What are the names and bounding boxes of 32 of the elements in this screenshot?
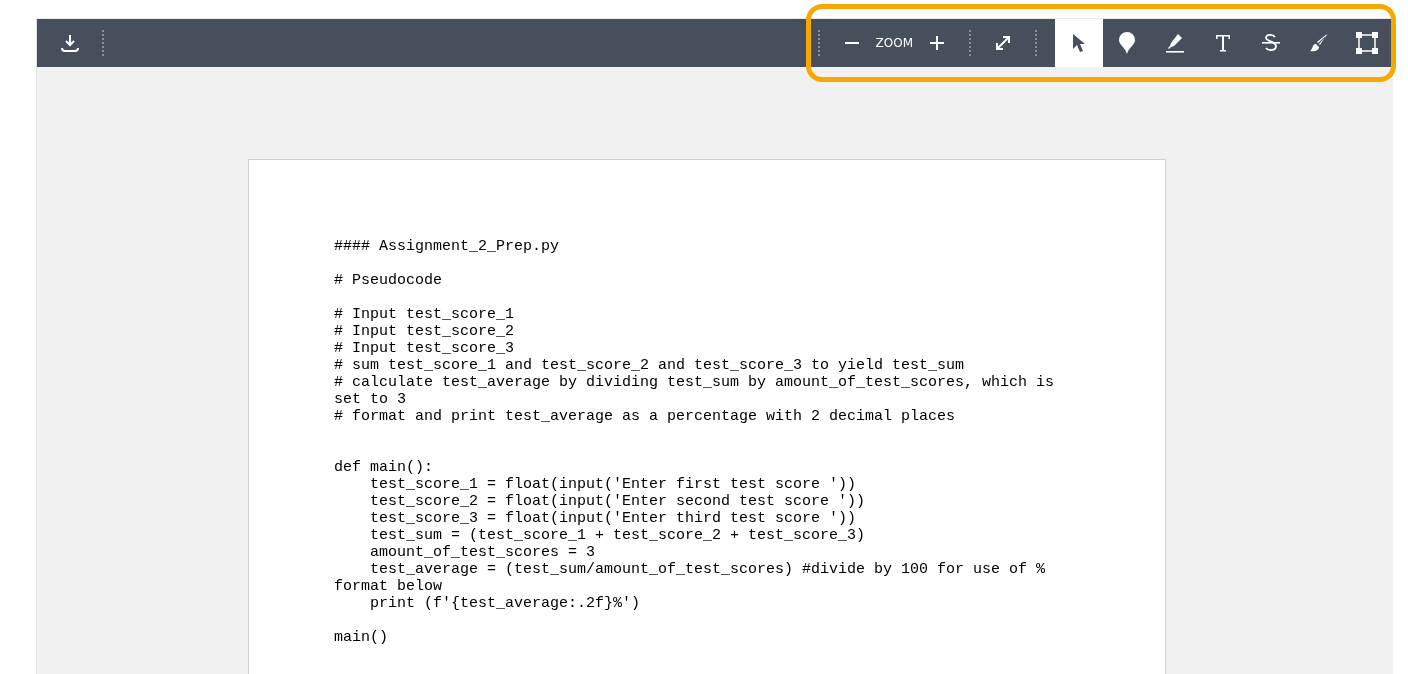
zoom-label: ZOOM [875, 36, 913, 50]
code-line: test_sum = (test_score_1 + test_score_2 + test_score_3) [369, 527, 867, 544]
code-line: # format and print test_average as a percentage with 2 decimal places [334, 408, 957, 427]
code-line: # calculate test_average by dividing test_sum by amount_of_test_scores, which is [334, 374, 1056, 391]
code-line: test_score_2 = float(input('Enter second test score ')) [369, 493, 867, 510]
code-line: main() [334, 629, 389, 648]
brush-icon [1309, 33, 1329, 53]
minus-icon [844, 42, 859, 44]
text-icon [1215, 34, 1231, 52]
code-line: #### Assignment_2_Prep.py [334, 238, 561, 257]
code-line: # sum test_score_1 and test_score_2 and test_score_3 to yield test_sum [334, 357, 966, 374]
code-line: amount_of_test_scores = 3 [369, 544, 597, 561]
code-line: # Pseudocode [334, 272, 444, 291]
code-line: set to 3 [334, 391, 407, 408]
code-line: # Input test_score_3 [334, 340, 516, 357]
code-line: # Input test_score_1 [334, 306, 516, 323]
expand-icon [994, 34, 1012, 52]
pointer-icon [1072, 33, 1086, 53]
download-icon [61, 34, 79, 52]
code-line: def main(): [334, 459, 435, 476]
highlighter-icon [1166, 33, 1184, 53]
annotation-tool[interactable] [1055, 19, 1103, 67]
rectangle-select-icon [1356, 32, 1378, 54]
strikethrough-icon [1261, 33, 1281, 53]
code-line: format below [334, 578, 444, 595]
map-pin-icon [1118, 31, 1136, 55]
code-line: test_score_1 = float(input('Enter first test score ')) [369, 476, 858, 493]
plus-icon [930, 36, 944, 50]
code-line: print (f'{test_average:.2f}%') [369, 595, 642, 614]
code-line: test_average = (test_sum/amount_of_test_scores) #divide by 100 for use of % [369, 561, 1047, 578]
code-line: test_score_3 = float(input('Enter third test score ')) [369, 510, 858, 527]
code-line: # Input test_score_2 [334, 323, 516, 340]
